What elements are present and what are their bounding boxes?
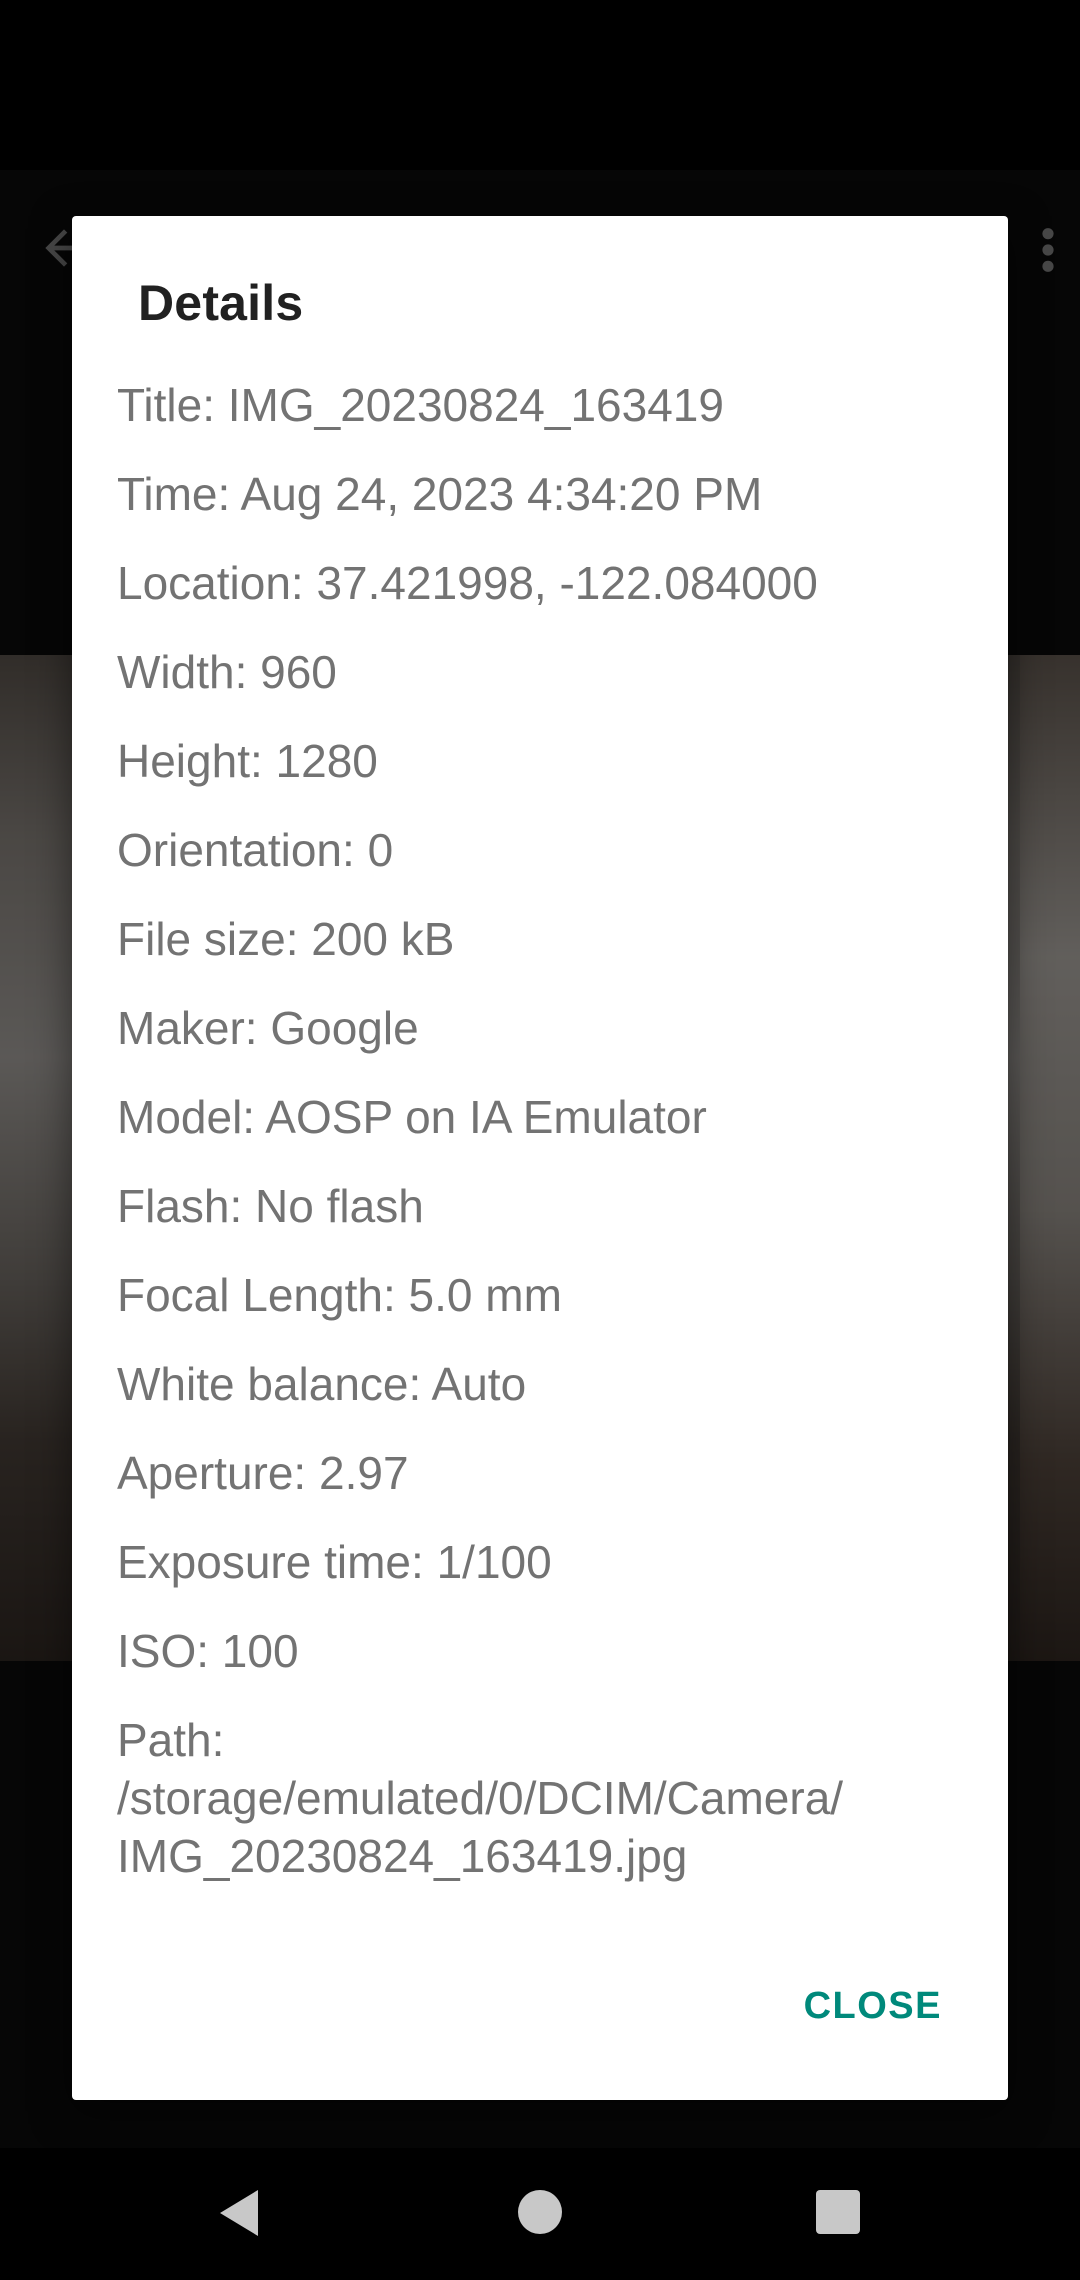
details-list: Title: IMG_20230824_163419 Time: Aug 24,…: [117, 376, 987, 1916]
navigation-bar: [0, 2148, 1080, 2280]
detail-aperture: Aperture: 2.97: [117, 1447, 409, 1499]
circle-home-icon[interactable]: [518, 2190, 562, 2234]
detail-focal-length: Focal Length: 5.0 mm: [117, 1269, 562, 1321]
screen: Details Title: IMG_20230824_163419 Time:…: [0, 0, 1080, 2280]
dialog-title: Details: [138, 275, 304, 331]
detail-path: Path: /storage/emulated/0/DCIM/Camera/ I…: [117, 1714, 844, 1882]
details-dialog: Details Title: IMG_20230824_163419 Time:…: [72, 216, 1008, 2100]
close-button[interactable]: CLOSE: [804, 1975, 942, 2038]
detail-iso: ISO: 100: [117, 1625, 299, 1677]
detail-white-balance: White balance: Auto: [117, 1358, 527, 1410]
detail-maker: Maker: Google: [117, 1002, 419, 1054]
detail-title: Title: IMG_20230824_163419: [117, 379, 724, 431]
detail-exposure-time: Exposure time: 1/100: [117, 1536, 552, 1588]
detail-orientation: Orientation: 0: [117, 824, 394, 876]
detail-location: Location: 37.421998, -122.084000: [117, 557, 818, 609]
triangle-back-icon[interactable]: [216, 2186, 262, 2240]
detail-height: Height: 1280: [117, 735, 378, 787]
detail-width: Width: 960: [117, 646, 337, 698]
detail-time: Time: Aug 24, 2023 4:34:20 PM: [117, 468, 763, 520]
square-recents-icon[interactable]: [816, 2190, 860, 2234]
detail-flash: Flash: No flash: [117, 1180, 424, 1232]
detail-model: Model: AOSP on IA Emulator: [117, 1091, 707, 1143]
detail-file-size: File size: 200 kB: [117, 913, 455, 965]
